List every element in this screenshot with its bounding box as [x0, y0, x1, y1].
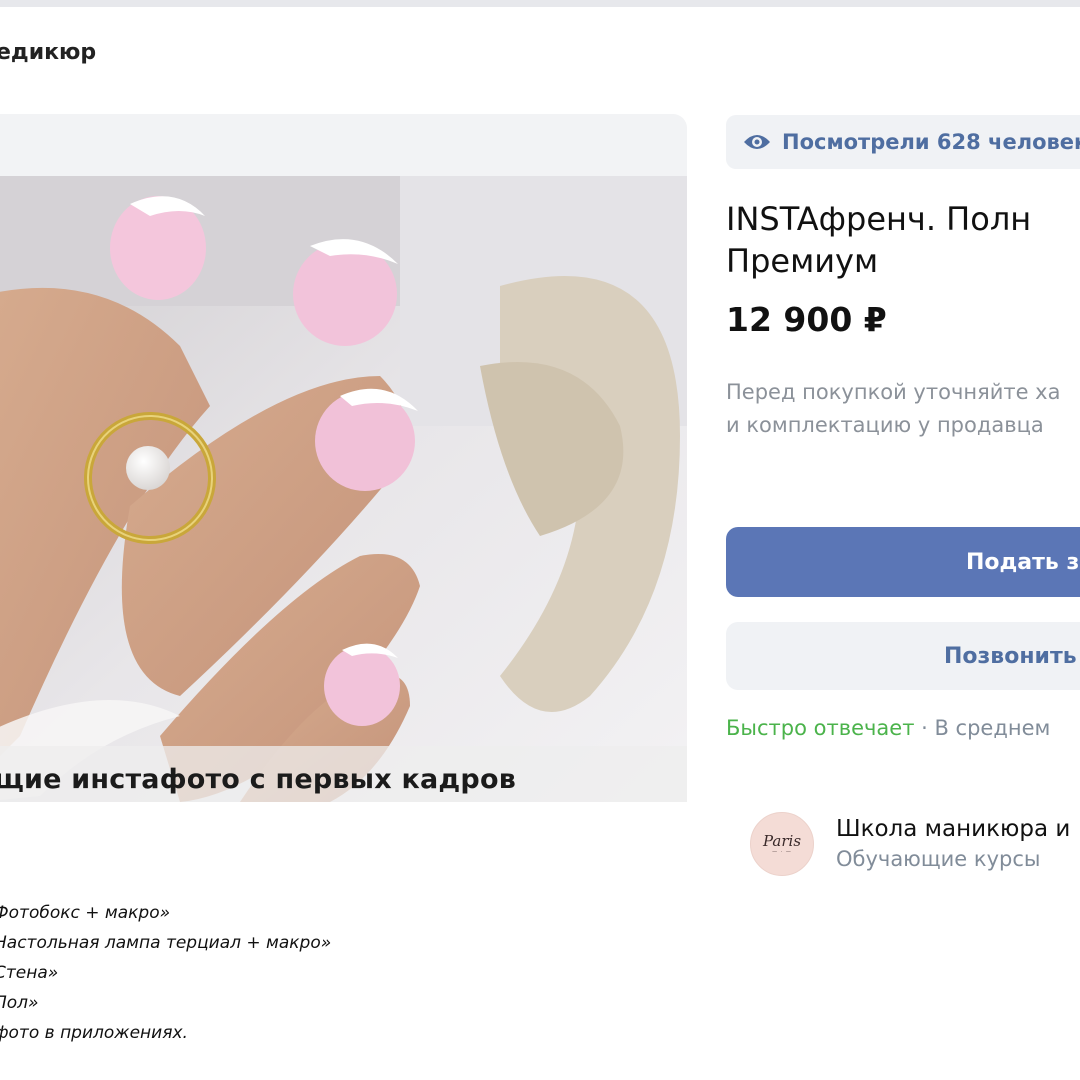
- list-item: Фотобокс + макро»: [0, 903, 171, 923]
- eye-icon: [742, 132, 772, 152]
- list-item: Стена»: [0, 963, 59, 983]
- list-item: фото в приложениях.: [0, 1023, 188, 1043]
- seller-text: Школа маникюра и Обучающие курсы: [836, 814, 1070, 874]
- reply-average: В среднем: [934, 716, 1051, 740]
- purchase-note: Перед покупкой уточняйте ха и комплектац…: [726, 376, 1080, 442]
- reply-separator: ·: [914, 716, 935, 740]
- list-item: Настольная лампа терциал + макро»: [0, 933, 332, 953]
- note-line: и комплектацию у продавца: [726, 413, 1044, 437]
- submit-request-label: Подать з: [966, 549, 1080, 575]
- reply-speed: Быстро отвечает · В среднем: [726, 716, 1050, 740]
- avatar[interactable]: Paris — · —: [750, 812, 814, 876]
- seller-name[interactable]: Школа маникюра и: [836, 814, 1070, 844]
- nails-photo-illustration: [0, 176, 687, 802]
- fast-reply-badge: Быстро отвечает: [726, 716, 915, 740]
- description-list: Фотобокс + макро» Настольная лампа терци…: [0, 898, 331, 1048]
- seller-info[interactable]: Paris — · — Школа маникюра и Обучающие к…: [750, 812, 1070, 876]
- call-label: Позвонить: [944, 643, 1077, 669]
- call-button[interactable]: Позвонить: [726, 622, 1080, 690]
- views-text: Посмотрели 628 человек: [782, 130, 1080, 154]
- product-price: 12 900 ₽: [726, 300, 887, 339]
- product-title: INSTAфренч. Полн Премиум: [726, 198, 1080, 282]
- top-divider: [0, 0, 1080, 7]
- seller-logo-line: — · —: [772, 849, 792, 855]
- views-counter: Посмотрели 628 человек: [726, 115, 1080, 169]
- gallery-header: [0, 114, 687, 176]
- product-photo[interactable]: [0, 176, 687, 802]
- product-gallery-card: щие инстафото с первых кадров Фотобокс +…: [0, 114, 687, 1080]
- submit-request-button[interactable]: Подать з: [726, 527, 1080, 597]
- product-title-line: Премиум: [726, 242, 879, 280]
- product-title-line: INSTAфренч. Полн: [726, 200, 1032, 238]
- seller-logo-text: Paris: [762, 832, 802, 850]
- photo-caption: щие инстафото с первых кадров: [0, 764, 516, 795]
- seller-category: Обучающие курсы: [836, 847, 1041, 871]
- note-line: Перед покупкой уточняйте ха: [726, 380, 1061, 404]
- page-title: едикюр: [0, 40, 97, 65]
- list-item: Пол»: [0, 993, 39, 1013]
